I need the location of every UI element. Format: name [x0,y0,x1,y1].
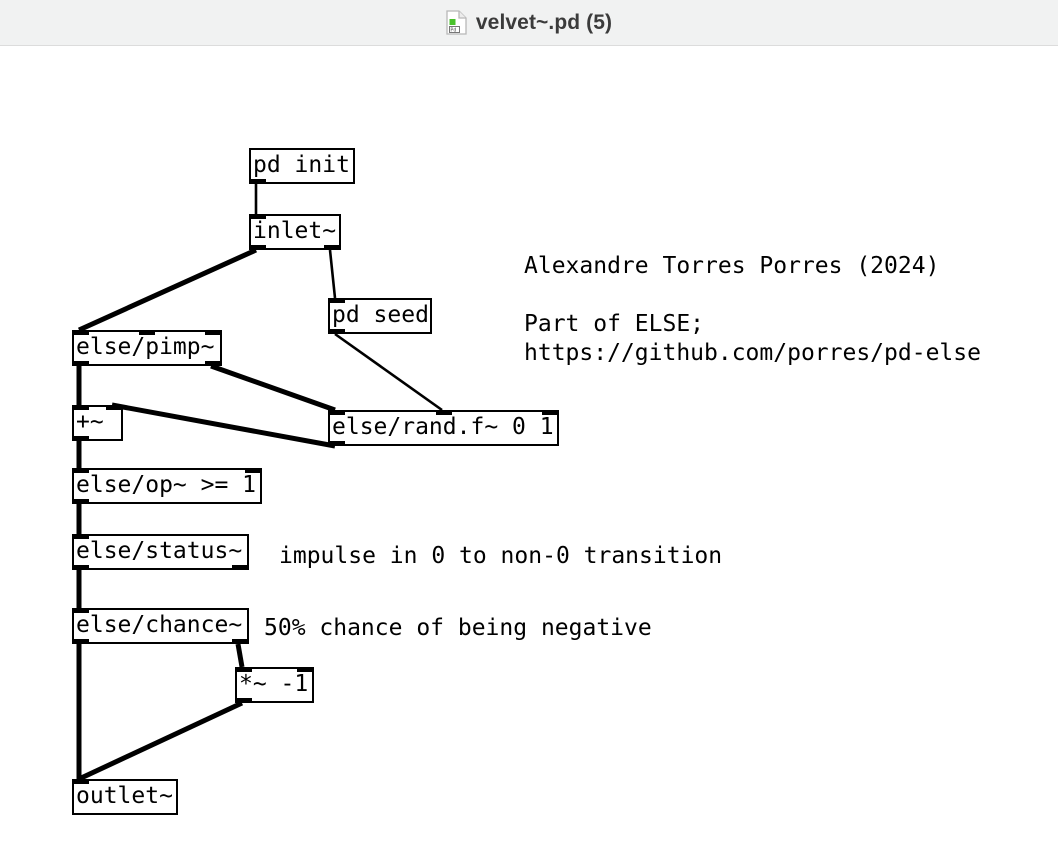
inlet-nub[interactable] [73,534,89,539]
inlet-nub[interactable] [329,298,345,303]
pd-object-label: else/status~ [76,537,243,564]
outlet-nub[interactable] [73,436,89,441]
inlet-nub[interactable] [245,468,261,473]
window-titlebar: Pd velvet~.pd (5) [0,0,1058,46]
inlet-nub[interactable] [205,330,221,335]
pd-object-outlet[interactable]: outlet~ [72,779,178,815]
patch-cords-layer [76,184,443,782]
pd-object-label: else/op~ >= 1 [76,471,257,498]
pd-comment-credits: Alexandre Torres Porres (2024) Part of E… [524,252,981,368]
inlet-nub[interactable] [250,214,266,219]
pd-comment-line: impulse in 0 to non-0 transition [279,543,723,569]
pd-object-label: else/pimp~ [76,333,215,360]
patch-cord-message[interactable] [334,332,443,412]
outlet-nub[interactable] [250,245,266,250]
pd-object-else-chance[interactable]: else/chance~ [72,608,249,644]
pd-canvas[interactable]: pd init inlet~ pd seed else/pimp~ +~ else/ran… [0,47,1058,852]
outlet-nub[interactable] [73,639,89,644]
pd-comment-line: Part of ELSE; [524,311,705,337]
window-title: velvet~.pd (5) [475,10,613,34]
outlet-nub[interactable] [236,698,252,703]
pd-comment-chance-pct: 50% chance of being negative [264,614,652,643]
patch-cord-signal[interactable] [111,402,336,449]
patch-cord-signal[interactable] [77,247,258,333]
outlet-nub[interactable] [232,565,248,570]
inlet-nub[interactable] [73,608,89,613]
pd-object-label: pd init [253,151,350,178]
pd-object-label: else/rand.f~ 0 1 [332,413,554,440]
patch-cord-signal[interactable] [77,700,244,782]
pd-object-label: inlet~ [253,217,337,244]
patch-cord-signal[interactable] [210,363,336,413]
inlet-nub[interactable] [73,468,89,473]
inlet-nub[interactable] [139,330,155,335]
inlet-nub[interactable] [542,410,558,415]
pd-comment-line: https://github.com/porres/pd-else [524,340,981,366]
patch-cord-message[interactable] [328,249,337,299]
pd-object-else-pimp[interactable]: else/pimp~ [72,330,222,366]
outlet-nub[interactable] [205,361,221,366]
pd-object-label: *~ -1 [239,670,309,697]
inlet-nub[interactable] [73,330,89,335]
pd-object-label: pd seed [332,301,429,328]
pd-comment-line: Alexandre Torres Porres (2024) [524,253,940,279]
pd-object-label: outlet~ [76,782,173,809]
outlet-nub[interactable] [324,245,340,250]
inlet-nub[interactable] [436,410,452,415]
inlet-nub[interactable] [236,667,252,672]
inlet-nub[interactable] [297,667,313,672]
patch-cord-signal[interactable] [235,643,245,668]
pd-object-label: +~ [76,408,104,435]
pd-object-pd-init[interactable]: pd init [249,148,355,184]
outlet-nub[interactable] [73,565,89,570]
outlet-nub[interactable] [232,639,248,644]
inlet-nub[interactable] [73,779,89,784]
pd-comment-impulse: impulse in 0 to non-0 transition [279,542,722,571]
outlet-nub[interactable] [73,499,89,504]
outlet-nub[interactable] [329,329,345,334]
outlet-nub[interactable] [73,361,89,366]
pd-comment-line: 50% chance of being negative [264,615,652,641]
outlet-nub[interactable] [250,179,266,184]
pd-file-icon: Pd [446,10,467,35]
outlet-nub[interactable] [329,441,345,446]
pd-object-else-status[interactable]: else/status~ [72,534,249,570]
pd-object-times-neg[interactable]: *~ -1 [235,667,314,703]
inlet-nub[interactable] [329,410,345,415]
inlet-nub[interactable] [73,405,89,410]
pd-comment-line [524,281,981,310]
inlet-nub[interactable] [106,405,122,410]
pd-object-plus[interactable]: +~ [72,405,123,441]
svg-text:Pd: Pd [450,28,456,34]
pd-object-else-rand[interactable]: else/rand.f~ 0 1 [328,410,559,446]
pd-object-label: else/chance~ [76,611,243,638]
pd-object-pd-seed[interactable]: pd seed [328,298,432,334]
pd-object-inlet[interactable]: inlet~ [249,214,341,250]
pd-object-else-op[interactable]: else/op~ >= 1 [72,468,262,504]
